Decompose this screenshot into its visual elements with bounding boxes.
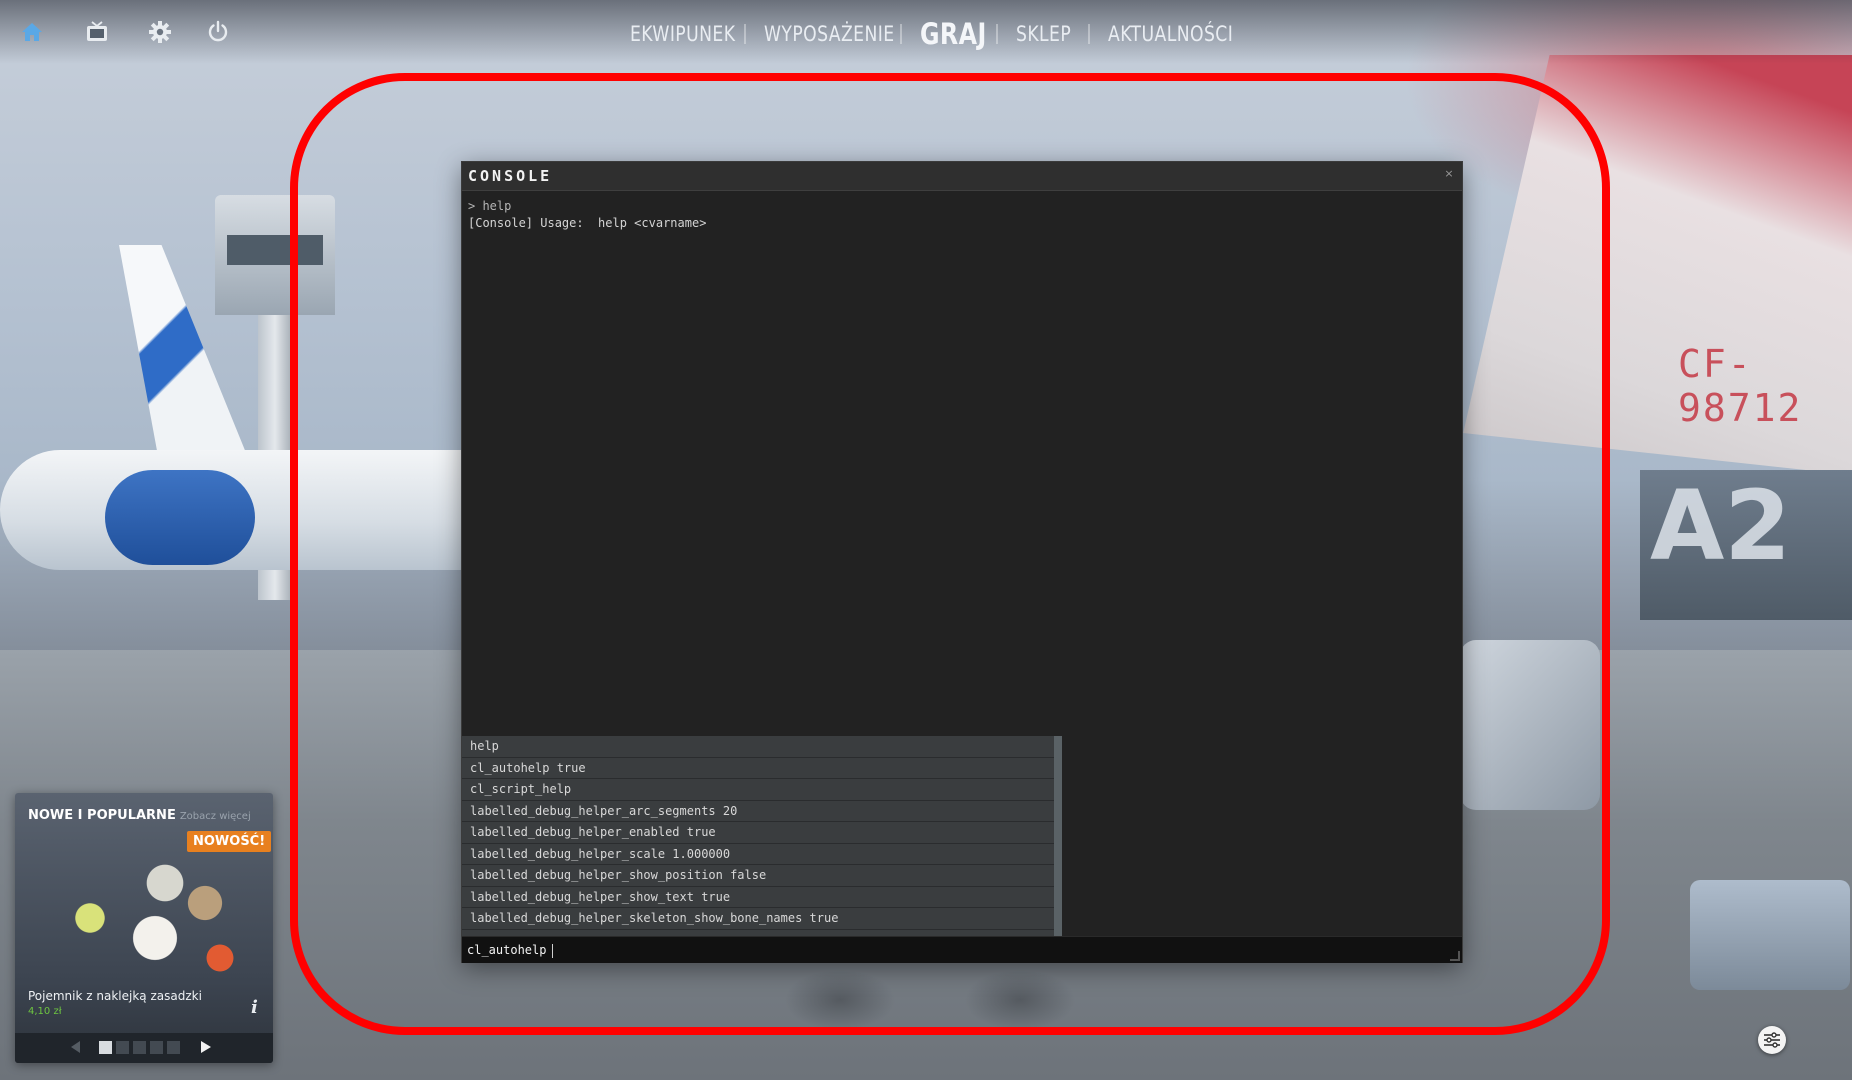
pager-dot[interactable] xyxy=(150,1041,163,1054)
resize-handle-icon[interactable] xyxy=(1450,951,1460,961)
console-window: CONSOLE × > help [Console] Usage: help <c… xyxy=(462,162,1462,963)
console-output-line: [Console] Usage: help <cvarname> xyxy=(468,216,707,230)
text-caret xyxy=(552,943,554,958)
see-more-link[interactable]: Zobacz więcej xyxy=(180,811,251,822)
promo-item-name: Pojemnik z naklejką zasadzki xyxy=(28,989,202,1003)
plane-registration: CF-98712 xyxy=(1678,342,1803,430)
home-icon[interactable] xyxy=(18,18,46,46)
main-nav: EKWIPUNEK WYPOSAŻENIE GRAJ SKLEP AKTUALN… xyxy=(630,14,1233,54)
pager-dot[interactable] xyxy=(116,1041,129,1054)
hangar-sign: A2 xyxy=(1650,470,1792,582)
airplane-tail-left xyxy=(119,245,255,475)
autocomplete-item[interactable]: cl_script_help xyxy=(462,779,1054,801)
autocomplete-item[interactable]: cl_autohelp true xyxy=(462,758,1054,779)
info-icon[interactable]: i xyxy=(251,997,258,1018)
autocomplete-item[interactable]: labelled_debug_helper_show_position fals… xyxy=(462,865,1054,887)
promo-header: NOWE I POPULARNE Zobacz więcej xyxy=(28,808,251,823)
nav-sklep[interactable]: SKLEP xyxy=(1016,22,1071,46)
nav-wyposazenie[interactable]: WYPOSAŻENIE xyxy=(764,22,894,46)
nav-divider xyxy=(996,24,998,44)
autocomplete-item[interactable]: labelled_debug_helper_arc_segments 20 xyxy=(462,801,1054,822)
console-output-line: > help xyxy=(468,199,512,213)
console-input-value: cl_autohelp xyxy=(467,943,547,957)
autocomplete-item[interactable]: labelled_debug_helper_enabled true xyxy=(462,822,1054,844)
autocomplete-scrollbar[interactable] xyxy=(1054,736,1062,936)
autocomplete-item[interactable]: labelled_debug_helper_skeleton_show_bone… xyxy=(462,908,1054,930)
promo-card[interactable]: NOWE I POPULARNE Zobacz więcej NOWOŚĆ! Po… xyxy=(15,793,273,1063)
promo-price: 4,10 zł xyxy=(28,1006,62,1017)
gear-icon[interactable] xyxy=(146,18,174,46)
promo-title: NOWE I POPULARNE xyxy=(28,808,176,823)
autocomplete-item[interactable]: labelled_debug_helper_scale 1.000000 xyxy=(462,844,1054,865)
promo-pager xyxy=(15,1033,273,1063)
close-icon[interactable]: × xyxy=(1444,167,1454,180)
new-badge: NOWOŚĆ! xyxy=(187,831,272,852)
sliders-icon[interactable] xyxy=(1758,1026,1786,1054)
suitcase-2 xyxy=(1690,880,1850,990)
pager-dot-active[interactable] xyxy=(99,1041,112,1054)
chevron-left-icon[interactable] xyxy=(71,1041,80,1053)
autocomplete-item[interactable]: labelled_debug_helper_show_text true xyxy=(462,887,1054,908)
console-output: > help [Console] Usage: help <cvarname> xyxy=(468,198,706,232)
nav-aktualnosci[interactable]: AKTUALNOŚCI xyxy=(1108,22,1233,46)
nav-divider xyxy=(744,24,746,44)
console-input[interactable]: cl_autohelp xyxy=(462,936,1462,963)
hangar xyxy=(1640,470,1852,620)
chevron-right-icon[interactable] xyxy=(201,1041,211,1053)
console-titlebar[interactable]: CONSOLE × xyxy=(462,162,1462,191)
pager-dot[interactable] xyxy=(133,1041,146,1054)
power-icon[interactable] xyxy=(204,18,232,46)
autocomplete-list: help cl_autohelp true cl_script_help lab… xyxy=(462,736,1062,936)
airplane-engine xyxy=(105,470,255,565)
autocomplete-item[interactable]: help xyxy=(462,736,1054,758)
console-title: CONSOLE xyxy=(468,167,553,185)
control-tower xyxy=(258,300,292,600)
top-bar: EKWIPUNEK WYPOSAŻENIE GRAJ SKLEP AKTUALN… xyxy=(0,0,1852,64)
pager-dots xyxy=(99,1041,180,1054)
pager-dot[interactable] xyxy=(167,1041,180,1054)
nav-graj[interactable]: GRAJ xyxy=(920,17,986,51)
sticker-capsule-image xyxy=(45,848,245,988)
nav-divider xyxy=(900,24,902,44)
nav-ekwipunek[interactable]: EKWIPUNEK xyxy=(630,22,735,46)
tv-icon[interactable] xyxy=(83,18,111,46)
nav-divider xyxy=(1088,24,1090,44)
